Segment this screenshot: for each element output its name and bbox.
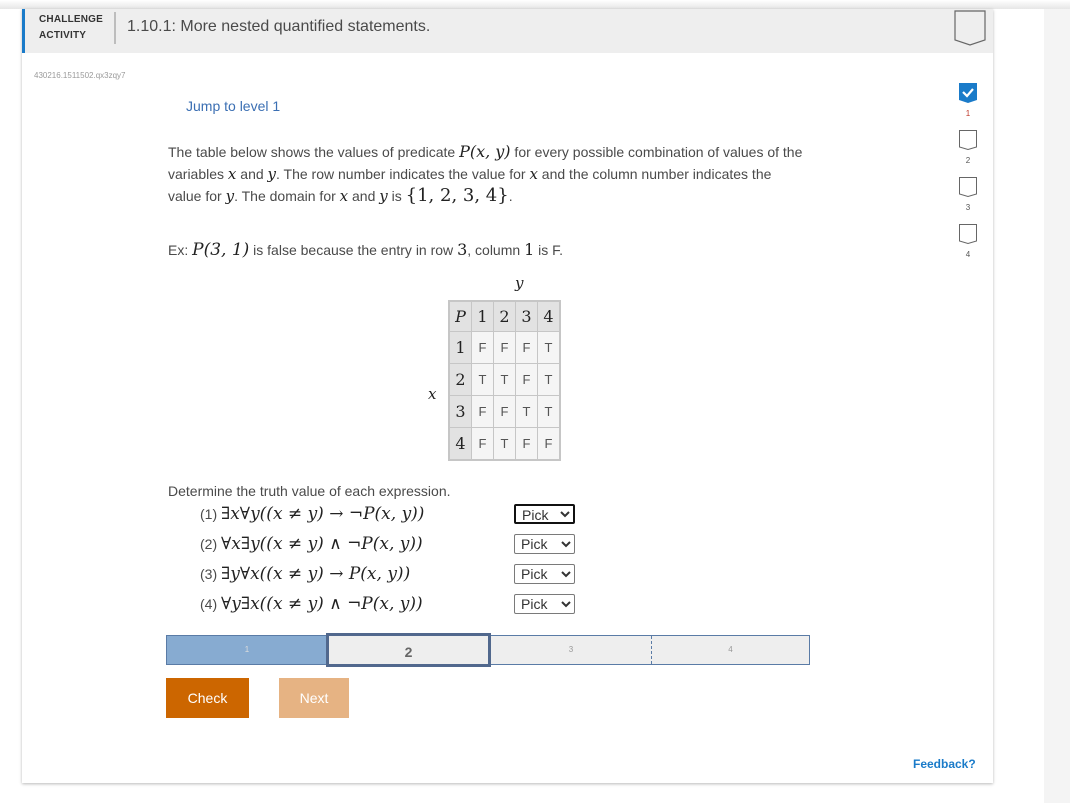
level-number: 3: [965, 203, 971, 212]
level-progress-bar: 1 3 4 2: [166, 633, 810, 667]
table-corner: P: [448, 300, 472, 332]
table-cell: F: [515, 331, 538, 364]
progress-segment[interactable]: 4: [652, 636, 809, 664]
table-cell: T: [537, 363, 561, 396]
question-expression: ∃y∀x((x ≠ y) → P(x, y)): [221, 564, 411, 584]
level-number: 2: [965, 156, 971, 165]
table-cell: T: [515, 395, 538, 428]
question-expression: ∀y∃x((x ≠ y) ∧ ¬P(x, y)): [221, 594, 423, 614]
example-text: Ex: P(3, 1) is false because the entry i…: [168, 240, 564, 260]
table-cell: F: [515, 363, 538, 396]
answer-select-3[interactable]: Pick: [514, 564, 575, 584]
instruction-text: Determine the truth value of each expres…: [168, 483, 451, 499]
table-cell: T: [471, 363, 494, 396]
scrollbar-gutter: [1044, 9, 1070, 803]
row-header: 1: [448, 331, 472, 364]
table-cell: T: [537, 395, 561, 428]
question-2: (2) ∀x∃y((x ≠ y) ∧ ¬P(x, y)): [200, 534, 423, 554]
feedback-link[interactable]: Feedback?: [913, 757, 976, 771]
row-variable-label: x: [428, 385, 437, 403]
empty-badge-icon: [959, 177, 977, 198]
table-cell: F: [493, 395, 516, 428]
level-1-indicator[interactable]: 1: [956, 83, 980, 118]
top-bar: [0, 0, 1070, 9]
table-cell: T: [493, 427, 516, 461]
column-header: 2: [493, 300, 516, 332]
table-cell: F: [493, 331, 516, 364]
question-expression: ∀x∃y((x ≠ y) ∧ ¬P(x, y)): [221, 534, 423, 554]
activity-type-line2: ACTIVITY: [39, 30, 87, 41]
problem-description: The table below shows the values of pred…: [168, 142, 803, 206]
table-cell: F: [537, 427, 561, 461]
question-1: (1) ∃x∀y((x ≠ y) → ¬P(x, y)): [200, 504, 425, 524]
completion-badge-icon: [954, 10, 986, 46]
row-header: 3: [448, 395, 472, 428]
predicate-table: P 1 2 3 4 1 F F F T 2 T T F T 3 F F T T: [448, 300, 561, 461]
activity-id: 430216.1511502.qx3zqy7: [34, 71, 126, 80]
table-cell: T: [493, 363, 516, 396]
check-badge-icon: [959, 83, 977, 103]
level-number: 1: [965, 109, 971, 118]
answer-select-1[interactable]: Pick: [514, 504, 575, 524]
activity-header: CHALLENGE ACTIVITY 1.10.1: More nested q…: [22, 9, 993, 53]
column-variable-label: y: [515, 274, 524, 292]
empty-badge-icon: [959, 224, 977, 245]
challenge-activity-card: CHALLENGE ACTIVITY 1.10.1: More nested q…: [22, 9, 993, 783]
table-row: 2 T T F T: [448, 363, 561, 396]
table-row: 4 F T F F: [448, 427, 561, 461]
math-predicate: P(x, y): [459, 142, 511, 161]
question-expression: ∃x∀y((x ≠ y) → ¬P(x, y)): [221, 504, 425, 524]
table-row: 1 F F F T: [448, 331, 561, 364]
activity-type-label: CHALLENGE ACTIVITY: [39, 12, 103, 44]
question-4: (4) ∀y∃x((x ≠ y) ∧ ¬P(x, y)): [200, 594, 423, 614]
column-header: 4: [537, 300, 561, 332]
row-header: 2: [448, 363, 472, 396]
table-row: 3 F F T T: [448, 395, 561, 428]
progress-segment-current[interactable]: 2: [326, 633, 491, 667]
level-2-indicator[interactable]: 2: [956, 130, 980, 165]
empty-badge-icon: [959, 130, 977, 151]
check-button[interactable]: Check: [166, 678, 249, 718]
activity-type-line1: CHALLENGE: [39, 14, 104, 25]
table-cell: F: [515, 427, 538, 461]
progress-segment[interactable]: 3: [491, 636, 652, 664]
math-domain: {1, 2, 3, 4}: [405, 185, 509, 206]
question-3: (3) ∃y∀x((x ≠ y) → P(x, y)): [200, 564, 411, 584]
level-4-indicator[interactable]: 4: [956, 224, 980, 259]
table-cell: F: [471, 427, 494, 461]
column-header: 1: [471, 300, 494, 332]
row-header: 4: [448, 427, 472, 461]
level-number: 4: [965, 250, 971, 259]
table-header-row: P 1 2 3 4: [448, 300, 561, 332]
jump-to-level-link[interactable]: Jump to level 1: [186, 98, 280, 114]
level-3-indicator[interactable]: 3: [956, 177, 980, 212]
activity-title: 1.10.1: More nested quantified statement…: [127, 18, 431, 35]
progress-segment-completed[interactable]: 1: [167, 636, 327, 664]
table-cell: T: [537, 331, 561, 364]
answer-select-4[interactable]: Pick: [514, 594, 575, 614]
answer-select-2[interactable]: Pick: [514, 534, 575, 554]
table-cell: F: [471, 331, 494, 364]
column-header: 3: [515, 300, 538, 332]
next-button[interactable]: Next: [279, 678, 349, 718]
table-cell: F: [471, 395, 494, 428]
header-divider: [114, 12, 116, 44]
